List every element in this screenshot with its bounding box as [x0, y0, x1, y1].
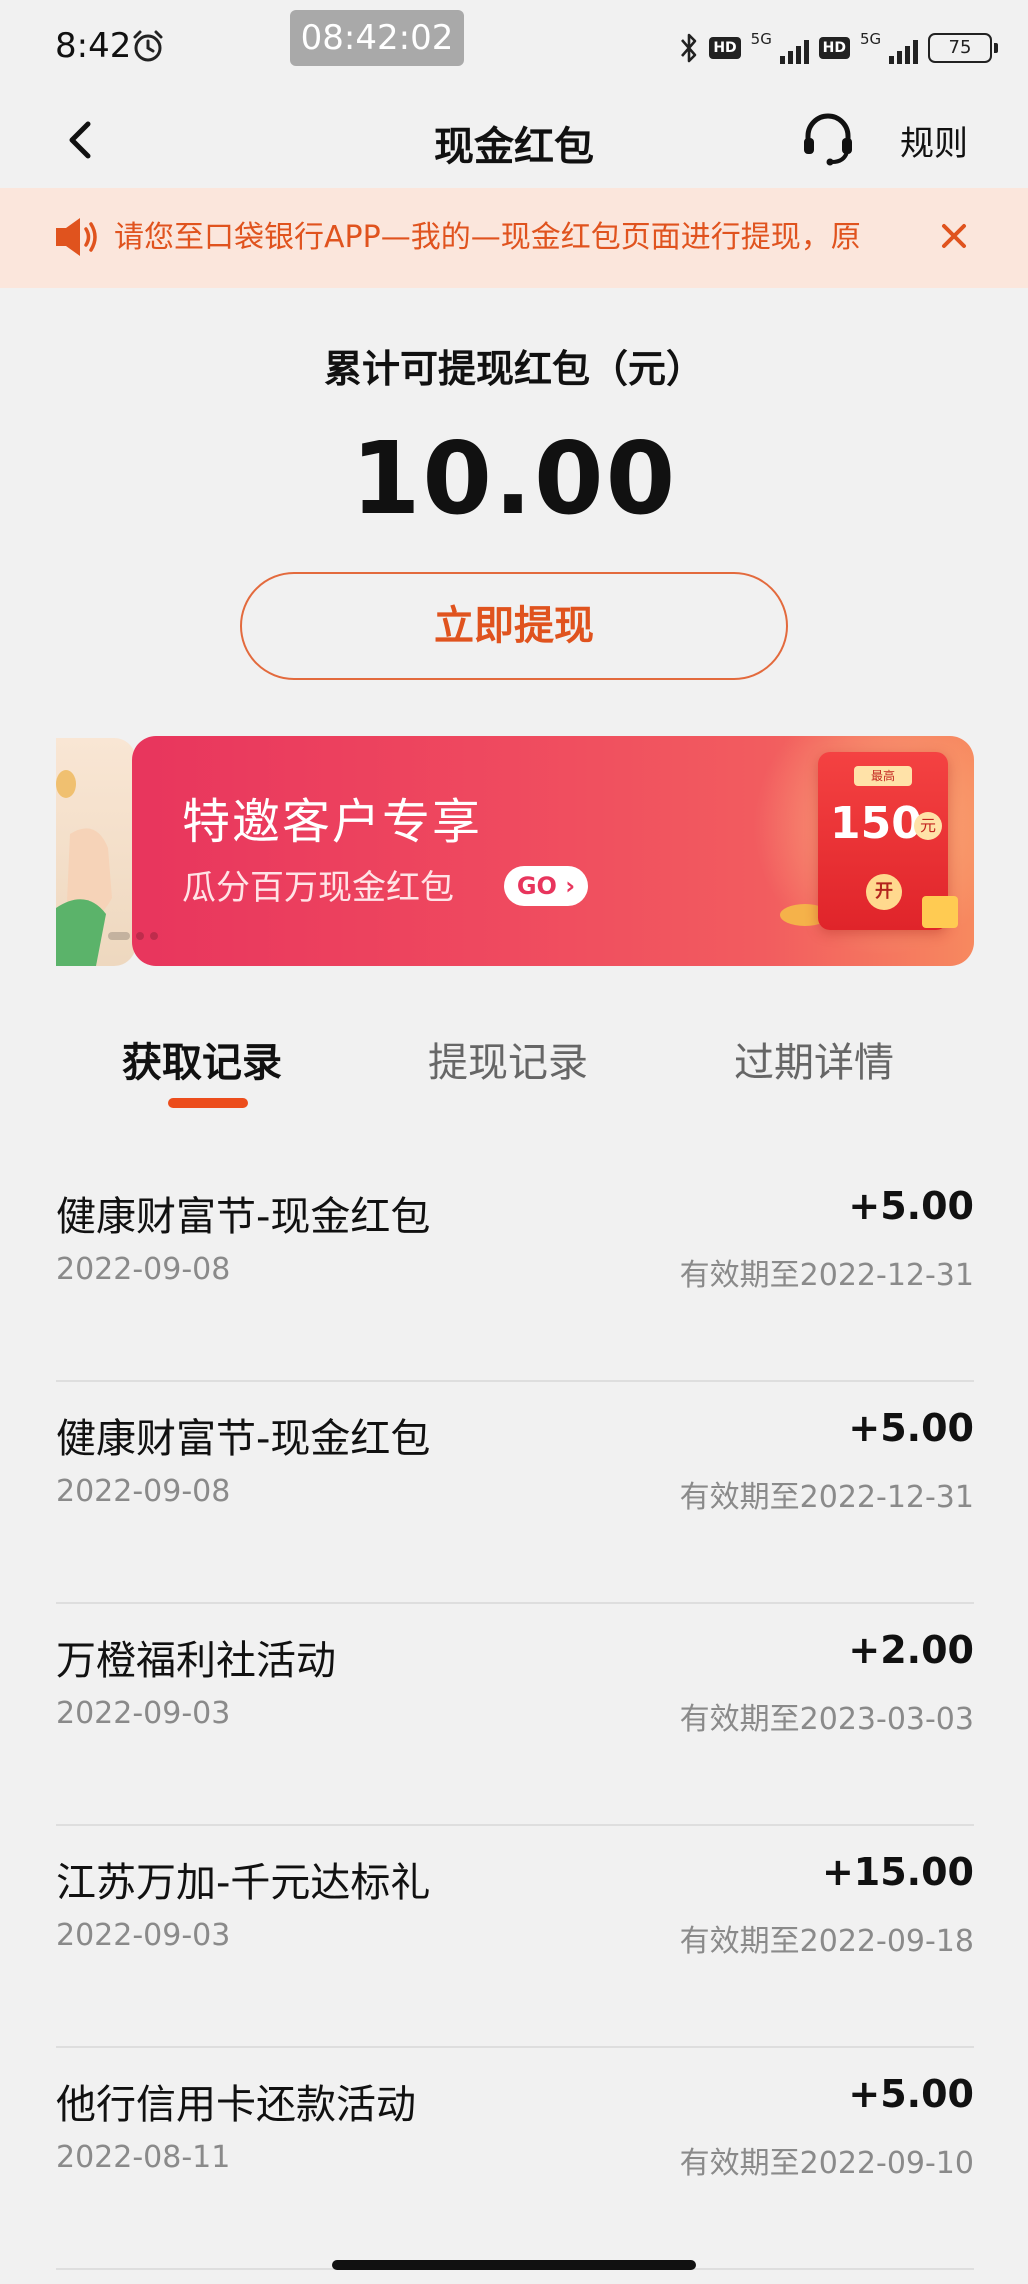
record-title: 健康财富节-现金红包 — [56, 1194, 431, 1240]
hd-badge: HD — [709, 37, 741, 59]
record-expiry: 有效期至2022-09-18 — [679, 1924, 974, 1959]
status-icons: HD 5G HD 5G 75 — [679, 26, 998, 70]
list-item[interactable]: 健康财富节-现金红包 +5.00 2022-09-08 有效期至2022-12-… — [56, 1160, 974, 1382]
tab-expired-details[interactable]: 过期详情 — [734, 1030, 894, 1088]
close-icon[interactable] — [930, 212, 978, 260]
envelope-unit: 元 — [914, 812, 942, 840]
record-amount: +5.00 — [848, 1184, 974, 1228]
envelope-open-button: 开 — [866, 874, 902, 910]
record-date: 2022-09-03 — [56, 1918, 231, 1953]
record-date: 2022-09-08 — [56, 1474, 231, 1509]
record-expiry: 有效期至2023-03-03 — [679, 1702, 974, 1737]
carousel-indicator — [108, 932, 158, 940]
record-amount: +15.00 — [821, 1850, 974, 1894]
headset-icon[interactable] — [796, 106, 860, 170]
signal-5g-icon: 5G — [751, 30, 809, 66]
home-indicator[interactable] — [332, 2260, 696, 2270]
list-item[interactable]: 万橙福利社活动 +2.00 2022-09-03 有效期至2023-03-03 — [56, 1604, 974, 1826]
status-bar: 8:42 08:42:02 HD 5G HD 5G 75 — [0, 0, 1028, 96]
tab-acquire-records[interactable]: 获取记录 — [122, 1030, 282, 1088]
record-amount: +2.00 — [848, 1628, 974, 1672]
banner-go-button[interactable]: GO › — [504, 866, 588, 906]
record-date: 2022-08-11 — [56, 2140, 231, 2175]
record-amount: +5.00 — [848, 2072, 974, 2116]
list-item[interactable]: 他行信用卡还款活动 +5.00 2022-08-11 有效期至2022-09-1… — [56, 2048, 974, 2270]
withdraw-button[interactable]: 立即提现 — [240, 572, 788, 680]
battery-icon: 75 — [928, 33, 998, 63]
speaker-icon — [56, 218, 97, 256]
notice-text: 请您至口袋银行APP—我的—现金红包页面进行提现，原 — [114, 220, 861, 255]
carousel-dot — [150, 932, 158, 940]
record-date: 2022-09-03 — [56, 1696, 231, 1731]
record-title: 江苏万加-千元达标礼 — [56, 1860, 431, 1906]
carousel-dot — [136, 932, 144, 940]
record-amount: +5.00 — [848, 1406, 974, 1450]
rules-link[interactable]: 规则 — [900, 116, 968, 165]
record-expiry: 有效期至2022-09-10 — [679, 2146, 974, 2181]
page-title: 现金红包 — [434, 124, 594, 170]
bluetooth-icon — [681, 33, 697, 63]
app-header: 现金红包 规则 — [0, 96, 1028, 188]
active-tab-indicator — [168, 1098, 248, 1108]
balance-amount: 10.00 — [350, 420, 678, 537]
list-item[interactable]: 健康财富节-现金红包 +5.00 2022-09-08 有效期至2022-12-… — [56, 1382, 974, 1604]
envelope-badge: 最高 — [854, 766, 912, 786]
balance-label: 累计可提现红包（元） — [323, 347, 704, 391]
hd-badge-2: HD — [818, 37, 850, 59]
notice-bar: 请您至口袋银行APP—我的—现金红包页面进行提现，原 — [0, 188, 1028, 288]
carousel-dot — [108, 932, 130, 940]
banner-title: 特邀客户专享 — [182, 794, 483, 850]
record-title: 健康财富节-现金红包 — [56, 1416, 431, 1462]
record-expiry: 有效期至2022-12-31 — [679, 1258, 974, 1293]
list-item[interactable]: 江苏万加-千元达标礼 +15.00 2022-09-03 有效期至2022-09… — [56, 1826, 974, 2048]
record-title: 他行信用卡还款活动 — [56, 2082, 416, 2128]
record-expiry: 有效期至2022-12-31 — [679, 1480, 974, 1515]
status-time: 8:42 — [55, 26, 132, 66]
overlay-clock: 08:42:02 — [290, 10, 464, 66]
record-date: 2022-09-08 — [56, 1252, 231, 1287]
alarm-icon — [133, 30, 163, 62]
signal-5g-icon-2: 5G — [860, 30, 918, 66]
banner-subtitle: 瓜分百万现金红包 — [182, 868, 454, 908]
record-title: 万橙福利社活动 — [56, 1638, 336, 1684]
promo-banner[interactable]: 特邀客户专享 瓜分百万现金红包 GO › 最高 150 元 开 — [132, 736, 974, 966]
envelope-amount: 150 — [830, 798, 922, 849]
tab-withdraw-records[interactable]: 提现记录 — [428, 1030, 588, 1088]
gift-icon — [922, 896, 958, 928]
